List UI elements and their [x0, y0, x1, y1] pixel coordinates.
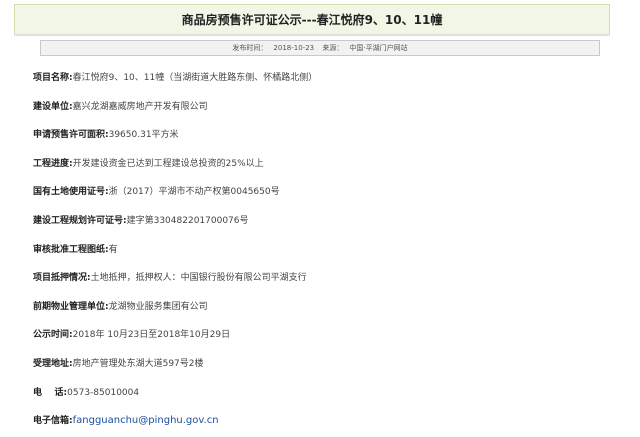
- field-email: 电子信箱:fangguanchu@pinghu.gov.cn: [33, 413, 623, 437]
- field-value: 龙湖物业服务集团有公司: [108, 301, 208, 312]
- publish-date: 2018-10-23: [273, 44, 315, 52]
- field-label: 申请预售许可面积:: [33, 130, 109, 141]
- field-value: 有: [108, 244, 118, 255]
- field-address: 受理地址:房地产管理处东湖大道597号2楼: [33, 356, 623, 385]
- field-label: 建设单位:: [33, 101, 73, 112]
- field-developer: 建设单位:嘉兴龙湖嘉威房地产开发有限公司: [33, 99, 623, 128]
- field-value: 嘉兴龙湖嘉威房地产开发有限公司: [72, 101, 208, 112]
- field-value: 0573-85010004: [67, 387, 140, 398]
- publish-info-bar: 发布时间： 2018-10-23 来源： 中国·平湖门户网站: [40, 40, 600, 56]
- field-land-certificate: 国有土地使用证号:浙（2017）平湖市不动产权第0045650号: [33, 184, 623, 213]
- field-label: 项目抵押情况:: [33, 273, 91, 284]
- field-progress: 工程进度:开发建设资金已达到工程建设总投资的25%以上: [33, 156, 623, 185]
- field-label: 工程进度:: [33, 158, 73, 169]
- field-value: 开发建设资金已达到工程建设总投资的25%以上: [72, 158, 264, 169]
- field-label: 建设工程规划许可证号:: [33, 215, 127, 226]
- field-property-management: 前期物业管理单位:龙湖物业服务集团有公司: [33, 299, 623, 328]
- field-label: 前期物业管理单位:: [33, 301, 109, 312]
- field-mortgage: 项目抵押情况:土地抵押，抵押权人：中国银行股份有限公司平湖支行: [33, 270, 623, 299]
- field-value: 春江悦府9、10、11幢（当湖街道大胜路东侧、怀橘路北侧）: [72, 73, 318, 83]
- field-value: 建字第330482201700076号: [126, 215, 249, 226]
- page: 商品房预售许可证公示---春江悦府9、10、11幢 发布时间： 2018-10-2…: [0, 0, 640, 437]
- field-label: 电 话:: [33, 387, 68, 398]
- field-value: 2018年 10月23日至2018年10月29日: [72, 330, 231, 341]
- field-value: 浙（2017）平湖市不动产权第0045650号: [108, 187, 280, 198]
- source-value: 中国·平湖门户网站: [349, 44, 408, 52]
- field-project-name: 项目名称:春江悦府9、10、11幢（当湖街道大胜路东侧、怀橘路北侧）: [33, 70, 623, 99]
- publish-date-label: 发布时间：: [232, 44, 268, 52]
- field-value: 土地抵押，抵押权人：中国银行股份有限公司平湖支行: [90, 273, 307, 284]
- field-value: 房地产管理处东湖大道597号2楼: [72, 358, 204, 369]
- title-divider: [14, 34, 610, 36]
- field-label: 公示时间:: [33, 330, 73, 341]
- email-link[interactable]: fangguanchu@pinghu.gov.cn: [73, 415, 219, 426]
- field-label: 国有土地使用证号:: [33, 187, 109, 198]
- field-label: 项目名称:: [33, 73, 73, 83]
- page-title: 商品房预售许可证公示---春江悦府9、10、11幢: [14, 4, 610, 34]
- field-label: 电子信箱:: [33, 416, 73, 427]
- field-label: 受理地址:: [33, 358, 73, 369]
- source-label: 来源：: [322, 44, 344, 52]
- field-value: 39650.31平方米: [108, 130, 179, 141]
- field-notice-period: 公示时间:2018年 10月23日至2018年10月29日: [33, 327, 623, 356]
- field-phone: 电 话:0573-85010004: [33, 385, 623, 414]
- permit-details: 项目名称:春江悦府9、10、11幢（当湖街道大胜路东侧、怀橘路北侧） 建设单位:…: [33, 70, 623, 437]
- field-presale-area: 申请预售许可面积:39650.31平方米: [33, 127, 623, 156]
- field-planning-permit: 建设工程规划许可证号:建字第330482201700076号: [33, 213, 623, 242]
- field-label: 审核批准工程图纸:: [33, 244, 109, 255]
- field-approved-drawings: 审核批准工程图纸:有: [33, 242, 623, 271]
